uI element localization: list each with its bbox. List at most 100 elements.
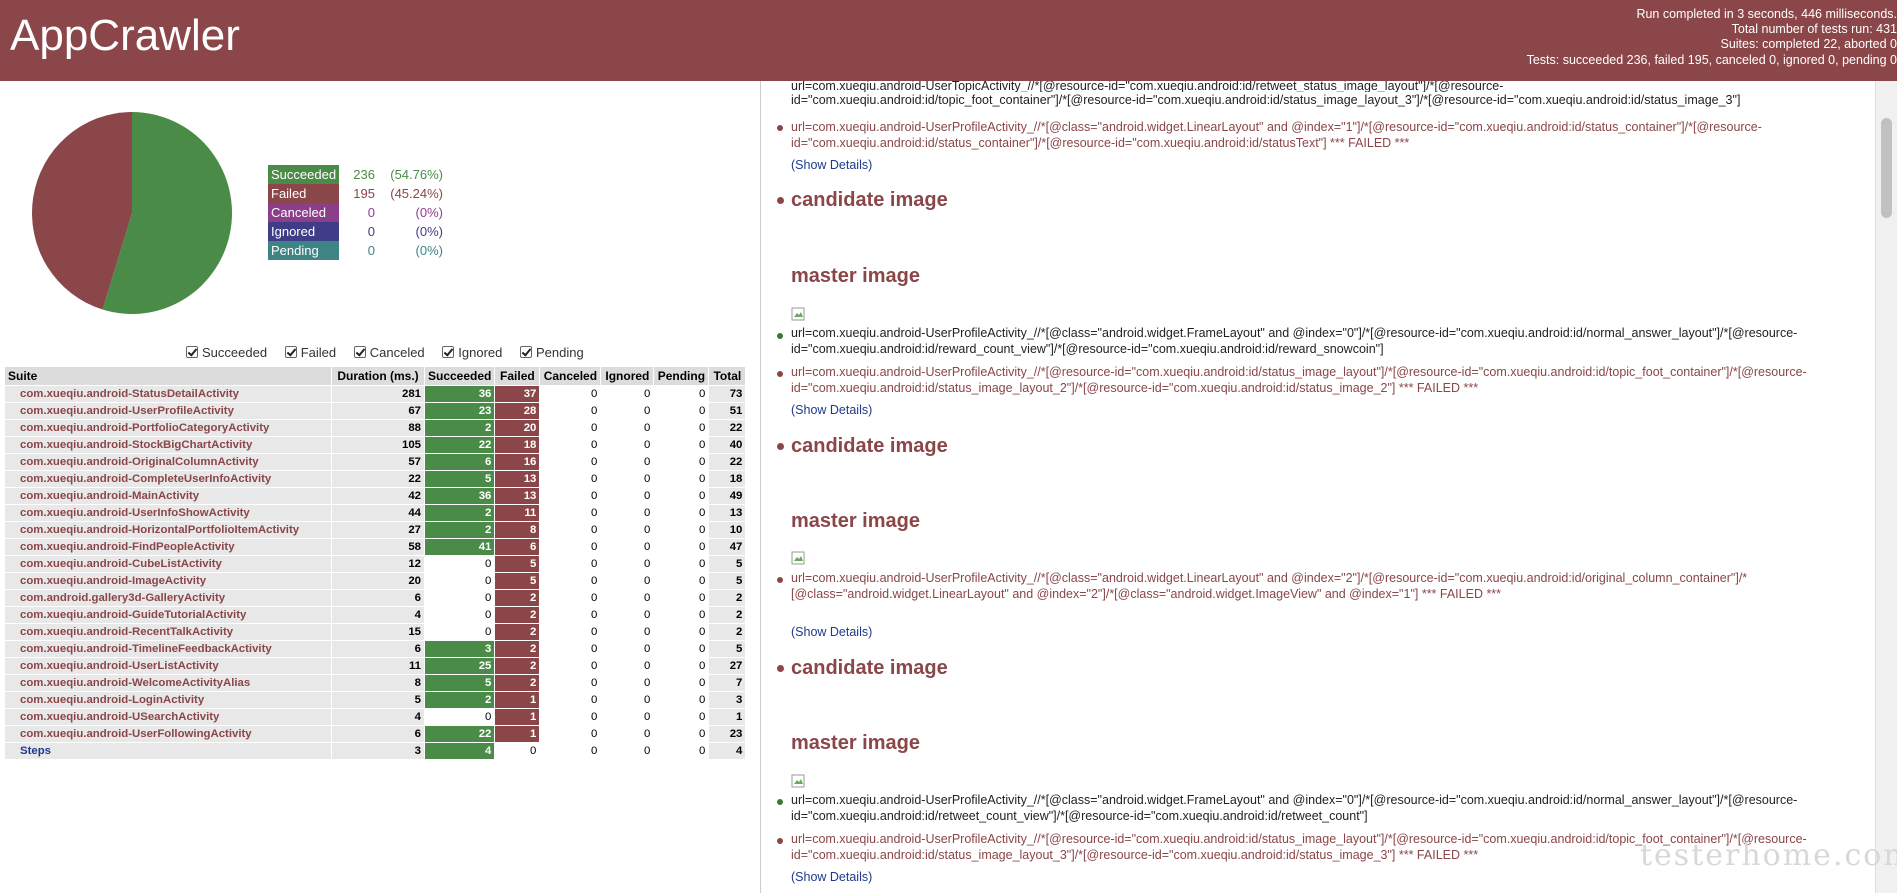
test-url-partial: url=com.xueqiu.android-UserTopicActivity…: [791, 81, 1861, 108]
suite-name-link[interactable]: com.xueqiu.android-FindPeopleActivity: [4, 538, 332, 556]
table-row[interactable]: com.xueqiu.android-LoginActivity 5 2 1 0 0 0 3: [4, 691, 747, 709]
suite-name-link[interactable]: com.xueqiu.android-UserInfoShowActivity: [4, 504, 332, 522]
cell-total: 40: [708, 436, 747, 454]
col-ignored[interactable]: Ignored: [600, 366, 655, 386]
table-row[interactable]: com.xueqiu.android-USearchActivity 4 0 1 0 0 0…: [4, 708, 747, 726]
suite-name-link[interactable]: com.xueqiu.android-USearchActivity: [4, 708, 332, 726]
cell-succeeded: 22: [423, 725, 496, 743]
table-row[interactable]: com.xueqiu.android-ImageActivity 20 0 5 0 0 0 5: [4, 572, 747, 590]
table-row[interactable]: com.xueqiu.android-StatusDetailActivity 2…: [4, 385, 747, 403]
suite-name-link[interactable]: com.xueqiu.android-CompleteUserInfoActiv…: [4, 470, 332, 488]
cell-ignored: 0: [600, 589, 655, 607]
suite-name-link[interactable]: com.xueqiu.android-LoginActivity: [4, 691, 332, 709]
table-row[interactable]: com.xueqiu.android-OriginalColumnActivit…: [4, 453, 747, 471]
suite-name-link[interactable]: com.xueqiu.android-StatusDetailActivity: [4, 385, 332, 403]
cell-succeeded: 22: [423, 436, 496, 454]
table-row[interactable]: com.xueqiu.android-WelcomeActivityAlias 8…: [4, 674, 747, 692]
cell-total: 49: [708, 487, 747, 505]
cell-failed: 2: [494, 606, 541, 624]
filter-checkbox-pending[interactable]: [520, 346, 533, 358]
table-row[interactable]: com.android.gallery3d-GalleryActivity 6 0 2…: [4, 589, 747, 607]
summary-line: Suites: completed 22, aborted 0: [1720, 37, 1897, 52]
cell-duration-ms: 5: [331, 691, 425, 709]
suite-name-link[interactable]: com.xueqiu.android-TimelineFeedbackActiv…: [4, 640, 332, 658]
table-row[interactable]: com.xueqiu.android-UserFollowingActivity…: [4, 725, 747, 743]
suite-name-link[interactable]: com.xueqiu.android-OriginalColumnActivit…: [4, 453, 332, 471]
cell-ignored: 0: [600, 657, 655, 675]
cell-succeeded: 2: [423, 521, 496, 539]
table-row[interactable]: com.xueqiu.android-HorizontalPortfolioIt…: [4, 521, 747, 539]
cell-duration-ms: 42: [331, 487, 425, 505]
table-row[interactable]: com.xueqiu.android-TimelineFeedbackActiv…: [4, 640, 747, 658]
suite-name-link[interactable]: com.android.gallery3d-GalleryActivity: [4, 589, 332, 607]
filter-checkbox-canceled[interactable]: [353, 346, 366, 358]
table-row[interactable]: com.xueqiu.android-StockBigChartActivity…: [4, 436, 747, 454]
cell-pending: 0: [653, 640, 710, 658]
cell-canceled: 0: [539, 606, 602, 624]
summary-line: Run completed in 3 seconds, 446 millisec…: [1636, 7, 1897, 21]
cell-total: 7: [708, 674, 747, 692]
col-suite[interactable]: Suite: [4, 366, 332, 386]
suite-name-link[interactable]: com.xueqiu.android-UserListActivity: [4, 657, 332, 675]
cell-total: 5: [708, 572, 747, 590]
table-row[interactable]: com.xueqiu.android-RecentTalkActivity 15 0…: [4, 623, 747, 641]
filter-checkbox-succeeded[interactable]: [186, 346, 198, 358]
filter-checkbox-failed[interactable]: [284, 346, 297, 358]
suite-name-link[interactable]: com.xueqiu.android-HorizontalPortfolioIt…: [4, 521, 332, 539]
col-failed[interactable]: Failed: [494, 366, 541, 386]
cell-ignored: 0: [600, 742, 655, 760]
table-row[interactable]: com.xueqiu.android-UserInfoShowActivity 4…: [4, 504, 747, 522]
legend-label: Succeeded: [268, 165, 339, 184]
show-details-link[interactable]: (Show Details): [791, 158, 872, 172]
legend-row-pending: Pending 0 (0%): [268, 241, 445, 260]
suite-name-link[interactable]: com.xueqiu.android-MainActivity: [4, 487, 332, 505]
cell-ignored: 0: [600, 504, 655, 522]
cell-succeeded: 0: [423, 708, 496, 726]
suite-name-link[interactable]: com.xueqiu.android-GuideTutorialActivity: [4, 606, 332, 624]
cell-succeeded: 0: [423, 623, 496, 641]
col-total[interactable]: Total: [708, 366, 747, 386]
suite-name-link[interactable]: com.xueqiu.android-CubeListActivity: [4, 555, 332, 573]
table-row[interactable]: com.xueqiu.android-FindPeopleActivity 58 4…: [4, 538, 747, 556]
table-row[interactable]: com.xueqiu.android-UserProfileActivity 67…: [4, 402, 747, 420]
col-succeeded[interactable]: Succeeded: [423, 366, 496, 386]
suite-name-link[interactable]: com.xueqiu.android-StockBigChartActivity: [4, 436, 332, 454]
table-row[interactable]: com.xueqiu.android-PortfolioCategoryActi…: [4, 419, 747, 437]
table-row[interactable]: Steps 3 4 0 0 0 0 4: [4, 742, 747, 760]
cell-total: 5: [708, 640, 747, 658]
suite-name-link[interactable]: com.xueqiu.android-PortfolioCategoryActi…: [4, 419, 332, 437]
show-details-link[interactable]: (Show Details): [791, 403, 872, 417]
suite-name-link[interactable]: com.xueqiu.android-UserProfileActivity: [4, 402, 332, 420]
cell-ignored: 0: [600, 691, 655, 709]
details-scrollbar[interactable]: [1875, 81, 1897, 893]
table-row[interactable]: com.xueqiu.android-CompleteUserInfoActiv…: [4, 470, 747, 488]
fail-bullet: [777, 577, 783, 583]
col-pending[interactable]: Pending: [653, 366, 710, 386]
cell-duration-ms: 4: [331, 708, 425, 726]
suite-name-link[interactable]: com.xueqiu.android-ImageActivity: [4, 572, 332, 590]
table-row[interactable]: com.xueqiu.android-CubeListActivity 12 0 5 0…: [4, 555, 747, 573]
table-row[interactable]: com.xueqiu.android-GuideTutorialActivity…: [4, 606, 747, 624]
cell-total: 22: [708, 453, 747, 471]
filter-checkbox-ignored[interactable]: [442, 346, 455, 358]
col-duration[interactable]: Duration (ms.): [331, 366, 425, 386]
cell-pending: 0: [653, 470, 710, 488]
suite-name-link[interactable]: com.xueqiu.android-RecentTalkActivity: [4, 623, 332, 641]
suite-name-link[interactable]: com.xueqiu.android-WelcomeActivityAlias: [4, 674, 332, 692]
scrollbar-thumb[interactable]: [1881, 118, 1892, 218]
table-row[interactable]: com.xueqiu.android-UserListActivity 11 25 2…: [4, 657, 747, 675]
show-details-link[interactable]: (Show Details): [791, 870, 872, 884]
cell-ignored: 0: [600, 708, 655, 726]
cell-pending: 0: [653, 742, 710, 760]
cell-ignored: 0: [600, 674, 655, 692]
suite-name-link[interactable]: Steps: [4, 742, 332, 760]
legend-percent: (0%): [415, 205, 443, 220]
cell-succeeded: 2: [423, 504, 496, 522]
cell-duration-ms: 67: [331, 402, 425, 420]
cell-ignored: 0: [600, 402, 655, 420]
suite-name-link[interactable]: com.xueqiu.android-UserFollowingActivity: [4, 725, 332, 743]
section-bullet: [777, 665, 784, 672]
show-details-link[interactable]: (Show Details): [791, 625, 872, 639]
table-row[interactable]: com.xueqiu.android-MainActivity 42 36 13 0 0 0…: [4, 487, 747, 505]
col-canceled[interactable]: Canceled: [539, 366, 602, 386]
